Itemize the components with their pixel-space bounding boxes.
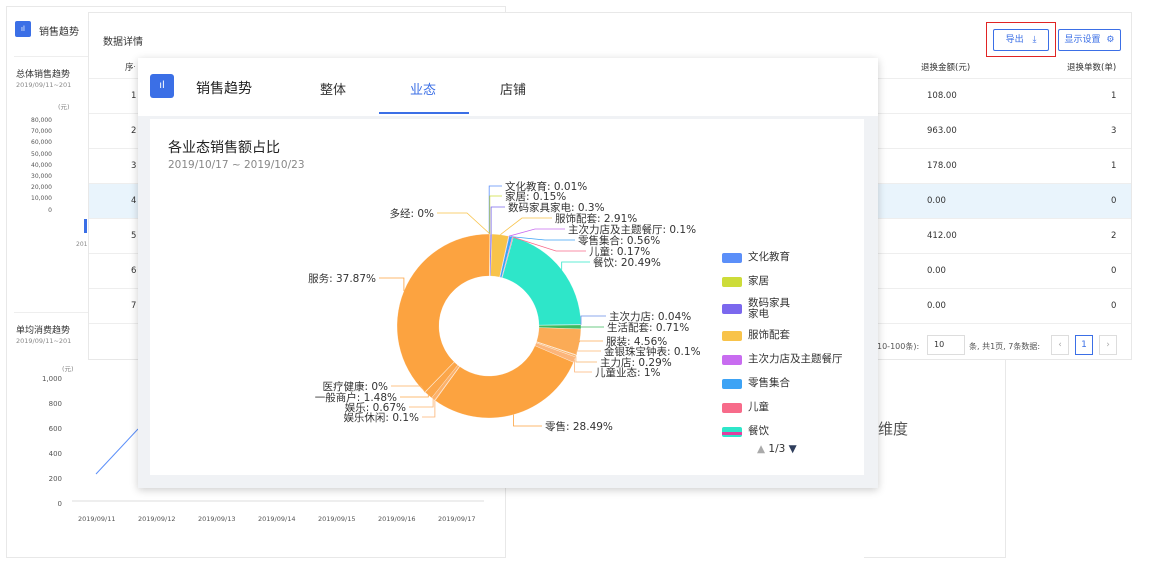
slice-leader-line xyxy=(490,206,505,235)
slice-leader-line xyxy=(409,399,434,408)
legend-label: 数码家具 家电 xyxy=(748,297,790,320)
slice-label: 餐饮: 20.49% xyxy=(593,256,661,269)
slice-label: 医疗健康: 0% xyxy=(322,380,388,393)
legend-swatch-clipped xyxy=(722,432,742,435)
donut-slice-零售[interactable] xyxy=(434,345,574,419)
legend-label: 主次力店及主题餐厅 xyxy=(748,353,843,365)
slice-leader-line xyxy=(400,395,429,398)
legend-swatch xyxy=(722,331,742,341)
slice-leader-line xyxy=(379,277,405,292)
slice-leader-line xyxy=(561,261,590,270)
legend-label: 零售集合 xyxy=(748,377,790,389)
legend-label: 服饰配套 xyxy=(748,329,790,341)
legend-page-indicator: 1/3 xyxy=(768,443,786,455)
slice-label: 儿童业态: 1% xyxy=(595,366,661,379)
slice-label: 服务: 37.87% xyxy=(308,272,376,285)
slice-leader-line xyxy=(579,340,603,343)
legend-swatch xyxy=(722,253,742,263)
legend-pager: ▲ 1/3 ▼ xyxy=(757,443,797,455)
legend-label: 家居 xyxy=(748,275,769,287)
donut-slice-餐饮[interactable] xyxy=(502,237,582,326)
slice-leader-line xyxy=(513,414,542,427)
legend-label: 儿童 xyxy=(748,401,769,413)
slice-leader-line xyxy=(437,212,491,235)
legend-prev-icon[interactable]: ▲ xyxy=(757,443,765,455)
slice-label: 多经: 0% xyxy=(389,207,434,220)
slice-leader-line xyxy=(500,217,552,236)
slice-leader-line xyxy=(575,356,597,363)
legend-swatch xyxy=(722,304,742,314)
slice-leader-line xyxy=(575,350,601,356)
slice-leader-line xyxy=(489,195,502,235)
legend-label: 文化教育 xyxy=(748,251,790,263)
slice-leader-line xyxy=(574,359,592,373)
legend-swatch xyxy=(722,277,742,287)
legend-label: 餐饮 xyxy=(748,425,769,437)
donut-chart: 文化教育: 0.01%家居: 0.15%数码家具家电: 0.3%服饰配套: 2.… xyxy=(308,180,700,433)
slice-leader-line xyxy=(580,315,606,325)
donut-slice-服务[interactable] xyxy=(396,233,490,393)
legend-swatch xyxy=(722,403,742,413)
slice-label: 生活配套: 0.71% xyxy=(607,321,689,334)
slice-label: 零售: 28.49% xyxy=(545,420,613,433)
legend-swatch xyxy=(722,355,742,365)
slice-leader-line xyxy=(508,228,565,237)
legend-next-icon[interactable]: ▼ xyxy=(789,443,797,455)
legend-swatch xyxy=(722,379,742,389)
